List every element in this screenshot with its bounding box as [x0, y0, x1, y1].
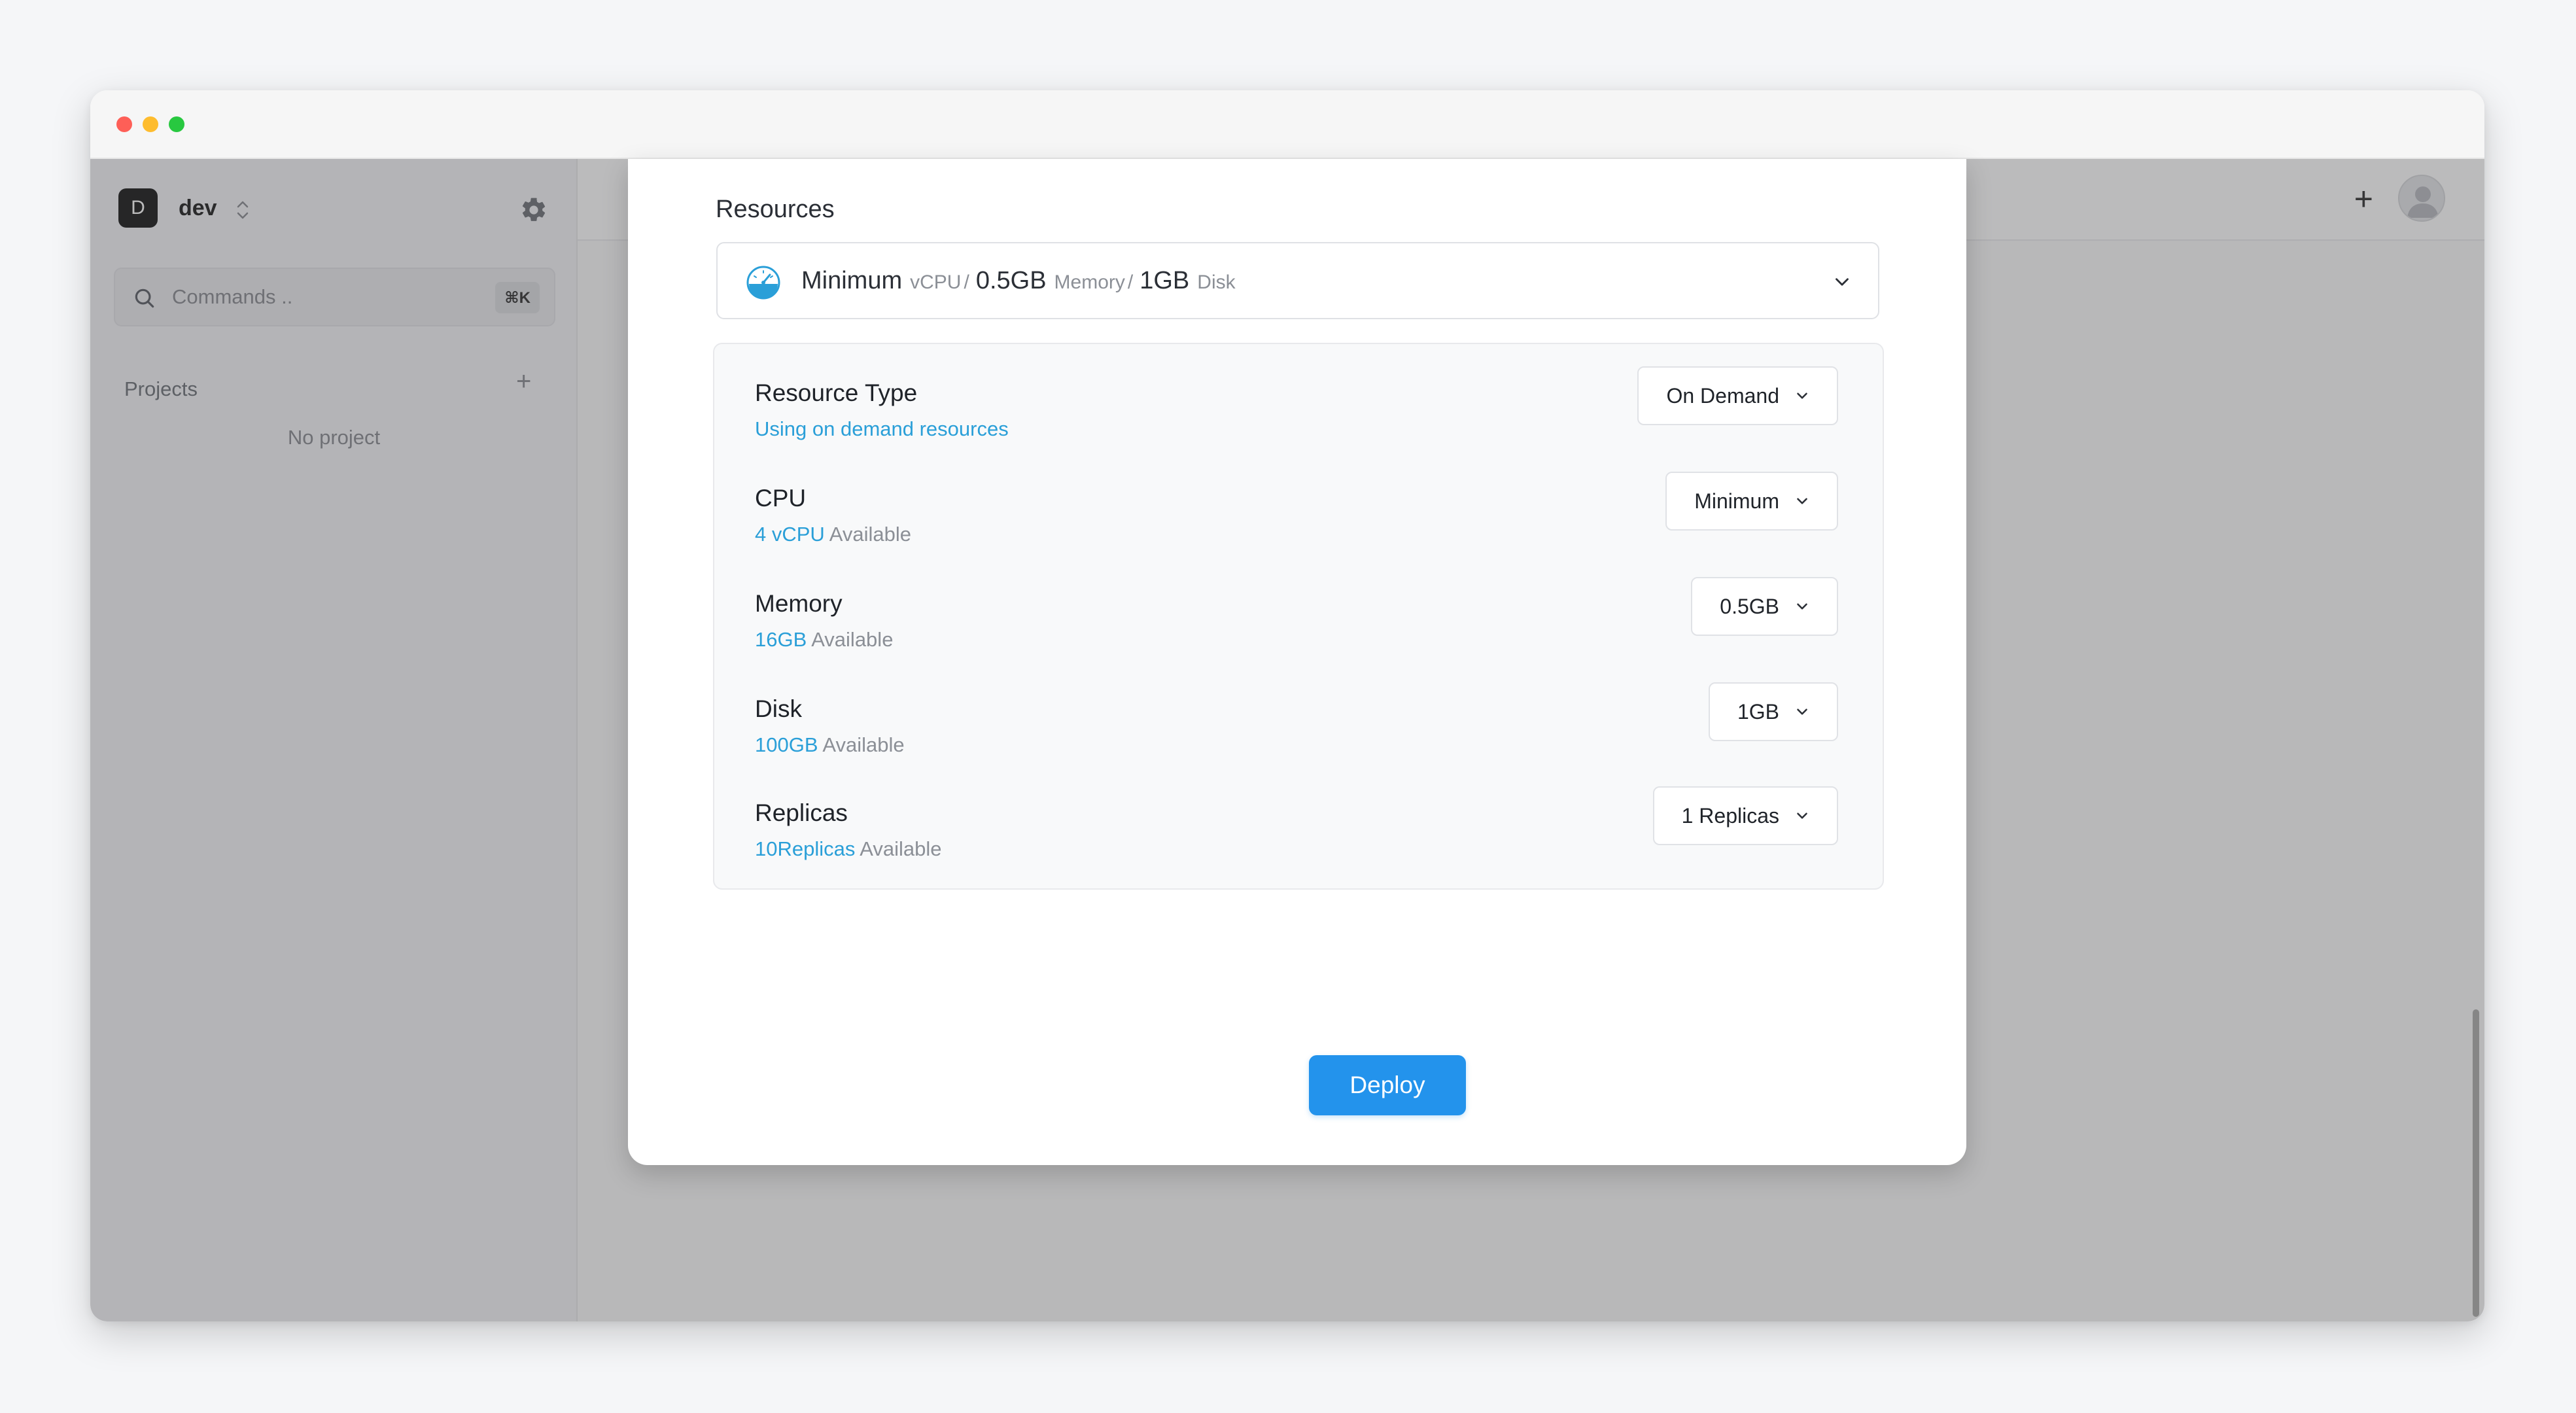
resource-summary: Minimum vCPU / 0.5GB Memory / 1GB Disk [801, 267, 1238, 295]
available-label: Available [860, 837, 942, 860]
row-title: Disk [755, 695, 802, 722]
deploy-button[interactable]: Deploy [1309, 1055, 1466, 1115]
dropdown-value: 0.5GB [1720, 594, 1779, 618]
resource-options-panel: Resource Type Using on demand resources … [713, 343, 1884, 890]
chevron-down-icon [1797, 812, 1807, 819]
maximize-window-button[interactable] [169, 116, 184, 132]
memory-row: Memory 16GB Available 0.5GB [714, 577, 1883, 682]
available-amount: 100GB [755, 733, 818, 756]
app-window: D dev Commands .. ⌘K Projects + No proje… [90, 90, 2484, 1321]
row-title: Resource Type [755, 379, 918, 406]
available-amount: 16GB [755, 628, 807, 651]
gauge-icon [746, 266, 780, 300]
cpu-dropdown[interactable]: Minimum [1665, 472, 1838, 531]
available-label: Available [829, 523, 911, 546]
disk-row: Disk 100GB Available 1GB [714, 682, 1883, 787]
scrollbar[interactable] [2473, 1009, 2479, 1317]
row-subtitle: 4 vCPU Available [755, 523, 911, 546]
row-subtitle: Using on demand resources [755, 417, 1009, 440]
resource-type-row: Resource Type Using on demand resources … [714, 366, 1883, 471]
disk-dropdown[interactable]: 1GB [1708, 682, 1838, 741]
memory-dropdown[interactable]: 0.5GB [1691, 577, 1838, 636]
chevron-down-icon [1836, 278, 1849, 286]
summary-separator: / [964, 271, 969, 293]
memory-unit: Memory [1054, 271, 1125, 293]
close-window-button[interactable] [116, 116, 132, 132]
minimize-window-button[interactable] [143, 116, 158, 132]
chevron-down-icon [1797, 603, 1807, 610]
chevron-down-icon [1797, 392, 1807, 399]
row-title: CPU [755, 485, 807, 512]
row-subtitle: 100GB Available [755, 733, 905, 757]
row-subtitle: 16GB Available [755, 628, 893, 652]
chevron-down-icon [1797, 708, 1807, 715]
resource-profile-select[interactable]: Minimum vCPU / 0.5GB Memory / 1GB Disk [716, 242, 1879, 319]
memory-value: 0.5GB [975, 267, 1047, 294]
resource-type-dropdown[interactable]: On Demand [1637, 366, 1838, 425]
dropdown-value: 1 Replicas [1681, 803, 1779, 828]
disk-value: 1GB [1140, 267, 1190, 294]
row-title: Replicas [755, 799, 848, 826]
replicas-dropdown[interactable]: 1 Replicas [1652, 786, 1838, 845]
dropdown-value: On Demand [1666, 383, 1779, 408]
deploy-modal: Resources Minimum vCPU / 0.5GB Memory / … [628, 159, 1966, 1165]
summary-separator: / [1127, 271, 1134, 293]
disk-unit: Disk [1197, 271, 1236, 293]
available-amount: 10Replicas [755, 837, 856, 860]
cpu-row: CPU 4 vCPU Available Minimum [714, 472, 1883, 576]
row-subtitle: 10Replicas Available [755, 837, 942, 861]
chevron-down-icon [1797, 498, 1807, 504]
title-bar [90, 90, 2484, 159]
profile-name: Minimum [801, 267, 903, 294]
dropdown-value: Minimum [1694, 489, 1779, 513]
available-label: Available [811, 628, 894, 651]
available-amount: 4 vCPU [755, 523, 825, 546]
replicas-row: Replicas 10Replicas Available 1 Replicas [714, 786, 1883, 891]
cpu-unit: vCPU [910, 271, 962, 293]
resources-label: Resources [716, 196, 835, 223]
dropdown-value: 1GB [1737, 699, 1779, 724]
available-label: Available [822, 733, 905, 756]
row-title: Memory [755, 590, 843, 617]
